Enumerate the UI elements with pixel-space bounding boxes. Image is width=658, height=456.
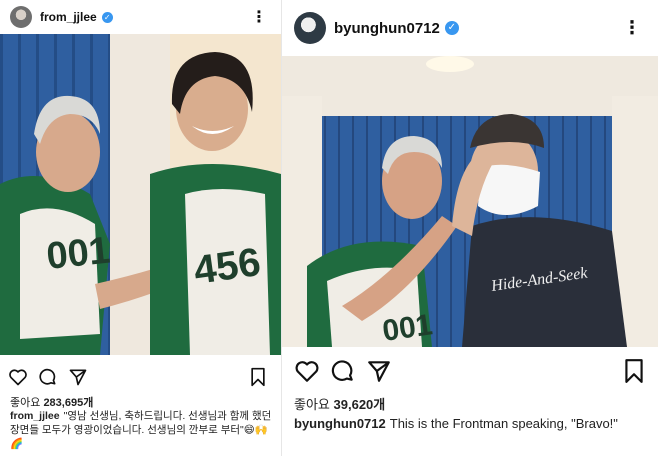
comment-icon[interactable] [330, 358, 356, 384]
comment-icon[interactable] [38, 367, 58, 387]
more-options-icon[interactable]: ⋮ [623, 18, 641, 39]
jersey-number-001: 001 [380, 308, 434, 347]
likes-label: 좋아요 [10, 397, 41, 409]
heart-icon[interactable] [8, 367, 28, 387]
jersey-number-456: 456 [191, 240, 263, 293]
post-photo[interactable]: 001 456 [0, 34, 281, 355]
verified-badge-icon: ✓ [444, 21, 459, 35]
jersey-number-001: 001 [45, 230, 112, 278]
caption: byunghun0712 This is the Frontman speakin… [294, 414, 654, 433]
more-options-icon[interactable]: ⋮ [251, 7, 267, 27]
caption: from_jjlee "영남 선생님, 축하드립니다. 선생님과 함께 했던 장면… [10, 409, 276, 451]
bookmark-icon[interactable] [249, 367, 267, 387]
likes-number: 283,695개 [43, 397, 94, 409]
right-post: byunghun0712 ✓ ⋮ Hide-And-Seek 001 좋아요 3… [281, 0, 658, 456]
post-photo[interactable]: Hide-And-Seek 001 [282, 56, 658, 347]
likes-number: 39,620개 [333, 397, 386, 412]
action-bar [0, 363, 281, 391]
caption-username[interactable]: from_jjlee [10, 410, 60, 422]
bookmark-icon[interactable] [623, 358, 645, 384]
left-post: from_jjlee ✓ ⋮ 001 456 좋아요 283,695개 from… [0, 0, 281, 456]
share-icon[interactable] [366, 358, 392, 384]
share-icon[interactable] [68, 367, 88, 387]
caption-username[interactable]: byunghun0712 [294, 416, 386, 431]
like-count[interactable]: 좋아요 39,620개 [294, 394, 385, 413]
heart-icon[interactable] [294, 358, 320, 384]
action-bar [282, 355, 658, 387]
like-count[interactable]: 좋아요 283,695개 [10, 394, 93, 410]
caption-text: This is the Frontman speaking, "Bravo!" [389, 416, 618, 431]
post-header: from_jjlee ✓ ⋮ [0, 0, 281, 34]
username[interactable]: from_jjlee [40, 10, 97, 24]
post-header: byunghun0712 ✓ ⋮ [282, 0, 658, 56]
avatar[interactable] [294, 12, 326, 44]
username[interactable]: byunghun0712 [334, 20, 440, 37]
avatar[interactable] [10, 6, 32, 28]
likes-label: 좋아요 [294, 397, 330, 412]
verified-badge-icon: ✓ [101, 11, 113, 23]
